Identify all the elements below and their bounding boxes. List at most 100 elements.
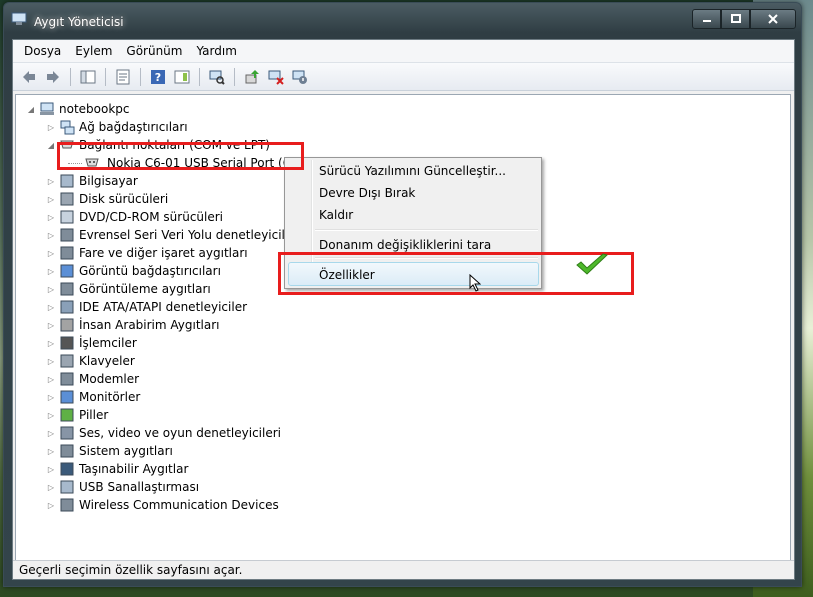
tree-category[interactable]: ▷ İşlemciler [46,334,137,352]
expand-arrow-icon[interactable]: ▷ [46,321,56,330]
tree-category[interactable]: ▷ Ses, video ve oyun denetleyicileri [46,424,281,442]
close-icon [768,14,778,24]
wireless-device-icon [60,498,74,512]
tree-category[interactable]: ▷ Taşınabilir Aygıtlar [46,460,188,478]
show-hide-tree-button[interactable] [78,67,98,87]
close-button[interactable] [750,9,796,29]
category-label: USB Sanallaştırması [79,480,200,494]
collapse-arrow-icon[interactable]: ◢ [46,141,56,150]
tree-category[interactable]: ▷ IDE ATA/ATAPI denetleyiciler [46,298,247,316]
highlight-box-device [57,142,304,170]
tree-category[interactable]: ▷ USB Sanallaştırması [46,478,199,496]
help-icon: ? [151,69,165,84]
toolbar-separator [199,67,200,86]
monitor-icon [60,390,74,404]
tree-category[interactable]: ▷ Görüntü bağdaştırıcıları [46,262,221,280]
tree-category[interactable]: ▷ Fare ve diğer işaret aygıtları [46,244,248,262]
menu-eylem[interactable]: Eylem [68,44,119,58]
maximize-button[interactable] [721,9,750,29]
minimize-button[interactable] [692,9,721,29]
scan-hardware-button[interactable] [207,67,227,87]
scan-hardware-icon [209,70,225,85]
category-label: Görüntü bağdaştırıcıları [79,264,221,278]
menu-yardim[interactable]: Yardım [189,44,243,58]
tree-category[interactable]: ▷ Wireless Communication Devices [46,496,279,514]
expand-arrow-icon[interactable]: ▷ [46,393,56,402]
battery-icon [60,408,74,422]
tree-category[interactable]: ▷ Sistem aygıtları [46,442,173,460]
checkmark-icon [576,253,609,275]
category-label: Wireless Communication Devices [79,498,279,512]
expand-arrow-icon[interactable]: ▷ [46,357,56,366]
uninstall-icon [268,70,284,85]
category-label: İşlemciler [79,336,137,350]
menu-disable[interactable]: Devre Dışı Bırak [319,186,415,200]
expand-arrow-icon[interactable]: ▷ [46,177,56,186]
update-driver-button[interactable] [242,67,262,87]
expand-arrow-icon[interactable]: ▷ [46,213,56,222]
expand-arrow-icon[interactable]: ▷ [46,195,56,204]
expand-arrow-icon[interactable]: ▷ [46,303,56,312]
tree-category[interactable]: ▷ Piller [46,406,108,424]
category-label: Görüntüleme aygıtları [79,282,211,296]
menu-uninstall[interactable]: Kaldır [319,208,353,222]
menu-update-driver[interactable]: Sürücü Yazılımını Güncelleştir... [319,164,506,178]
category-label: İnsan Arabirim Aygıtları [79,318,220,332]
tree-category[interactable]: ▷ Modemler [46,370,139,388]
properties-icon [116,69,130,84]
expand-arrow-icon[interactable]: ▷ [46,231,56,240]
portable-device-icon [60,462,74,476]
category-label: Monitörler [79,390,141,404]
toolbar-separator [105,67,106,86]
menu-scan-hardware[interactable]: Donanım değişikliklerini tara [319,238,491,252]
tree-category[interactable]: ▷ Evrensel Seri Veri Yolu denetleyicileri [46,226,301,244]
update-driver-icon [245,69,259,83]
tree-category[interactable]: ▷ İnsan Arabirim Aygıtları [46,316,220,334]
svg-text:?: ? [155,71,161,84]
back-button[interactable] [19,67,39,87]
tree-category[interactable]: ▷ Görüntüleme aygıtları [46,280,211,298]
tree-root[interactable]: ◢ notebookpc [26,100,130,118]
collapse-arrow-icon[interactable]: ◢ [26,105,36,114]
menu-gorunum[interactable]: Görünüm [119,44,189,58]
root-label: notebookpc [59,102,130,116]
expand-arrow-icon[interactable]: ▷ [46,339,56,348]
expand-arrow-icon[interactable]: ▷ [46,267,56,276]
keyboard-icon [60,354,74,368]
tree-category[interactable]: ▷ Klavyeler [46,352,135,370]
forward-arrow-icon [47,70,59,83]
title-bar[interactable]: Aygıt Yöneticisi [4,3,801,33]
tree-category[interactable]: ▷ Monitörler [46,388,140,406]
expand-arrow-icon[interactable]: ▷ [46,411,56,420]
tree-category[interactable]: ▷ Bilgisayar [46,172,138,190]
expand-arrow-icon[interactable]: ▷ [46,375,56,384]
expand-arrow-icon[interactable]: ▷ [46,249,56,258]
expand-arrow-icon[interactable]: ▷ [46,465,56,474]
disable-button[interactable] [290,67,310,87]
uninstall-button[interactable] [266,67,286,87]
expand-arrow-icon[interactable]: ▷ [46,501,56,510]
window-title: Aygıt Yöneticisi [34,15,124,29]
menu-dosya[interactable]: Dosya [17,44,68,58]
tree-category[interactable]: ▷ Disk sürücüleri [46,190,168,208]
expand-arrow-icon[interactable]: ▷ [46,285,56,294]
caption-buttons [692,9,796,29]
sound-icon [60,426,74,440]
expand-arrow-icon[interactable]: ▷ [46,447,56,456]
network-adapter-icon [60,120,75,135]
expand-arrow-icon[interactable]: ▷ [46,123,56,132]
category-label: IDE ATA/ATAPI denetleyiciler [79,300,248,314]
view-pane-icon [174,70,190,83]
tree-category[interactable]: ▷ Ağ bağdaştırıcıları [46,118,188,136]
view-button[interactable] [172,67,192,87]
category-label: Modemler [79,372,140,386]
expand-arrow-icon[interactable]: ▷ [46,483,56,492]
modem-icon [60,372,74,386]
tree-category[interactable]: ▷ DVD/CD-ROM sürücüleri [46,208,223,226]
expand-arrow-icon[interactable]: ▷ [46,429,56,438]
toolbar-separator [70,67,71,86]
imaging-device-icon [60,282,74,296]
properties-toolbar-button[interactable] [113,67,133,87]
forward-button[interactable] [43,67,63,87]
help-button[interactable]: ? [148,67,168,87]
